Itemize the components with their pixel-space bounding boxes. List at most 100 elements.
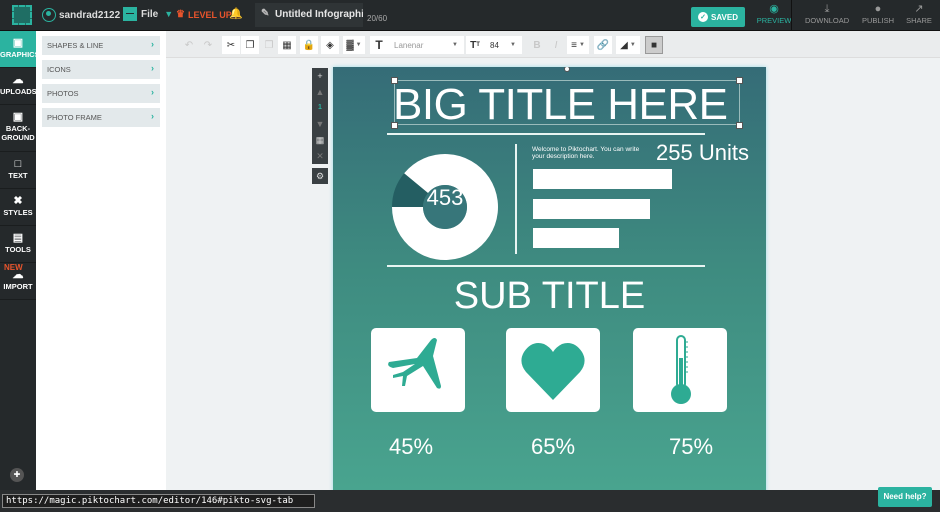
user-menu[interactable]: sandrad2122 ▼: [42, 8, 135, 22]
need-help-button[interactable]: Need help?: [878, 487, 932, 507]
download-icon: ⤓: [824, 3, 830, 15]
panel-item-label: ICONS: [47, 65, 71, 74]
lock-icon[interactable]: 🔒: [300, 36, 318, 54]
chevron-right-icon: ›: [151, 111, 154, 121]
sidebar-item-tools[interactable]: ▤ TOOLS: [0, 226, 36, 263]
panel-item-icons[interactable]: ICONS ›: [42, 60, 160, 79]
page-tools: + ▲ 1 ▼ ▦ ✕ ⚙: [312, 68, 328, 184]
stat-bubble[interactable]: [506, 328, 600, 412]
chevron-down-icon: ▼: [164, 9, 174, 19]
bold-button[interactable]: B: [528, 36, 546, 54]
share-button[interactable]: ↗ SHARE: [897, 2, 940, 25]
sidebar-item-label: BACK-: [5, 124, 31, 133]
description-text[interactable]: Welcome to Piktochart. You can write you…: [532, 146, 652, 160]
delete-block-icon[interactable]: ✕: [312, 148, 328, 164]
sidebar-item-uploads[interactable]: ☁ UPLOADS: [0, 68, 37, 105]
units-text[interactable]: 255 Units: [656, 140, 749, 166]
piktochart-logo[interactable]: [12, 5, 32, 25]
stat-value[interactable]: 65%: [531, 434, 575, 460]
pattern-dropdown[interactable]: ▓ ▼: [343, 36, 365, 54]
resize-handle[interactable]: [736, 77, 743, 84]
rotate-handle[interactable]: [564, 67, 570, 72]
download-label: DOWNLOAD: [805, 16, 850, 25]
sidebar-item-styles[interactable]: ✖ STYLES: [0, 189, 36, 226]
bar[interactable]: [533, 228, 619, 248]
cloud-upload-icon: ☁: [12, 74, 24, 86]
crown-icon: ♛: [176, 9, 185, 20]
text-icon: T: [370, 36, 388, 54]
feedback-icon[interactable]: ✚: [10, 468, 24, 482]
font-name: Lanenar: [394, 40, 424, 50]
layer-icon[interactable]: ■: [645, 36, 663, 54]
move-down-icon[interactable]: ▼: [312, 116, 328, 132]
document-title: Untitled Infographic: [275, 9, 363, 20]
cut-icon[interactable]: ✂: [222, 36, 240, 54]
left-sidebar: ▣ GRAPHICS ☁ UPLOADS ▣ BACK- GROUND □ TE…: [0, 31, 40, 490]
bar[interactable]: [533, 169, 672, 189]
copy-icon[interactable]: ❐: [241, 36, 259, 54]
download-button[interactable]: ⤓ DOWNLOAD: [805, 2, 849, 25]
move-up-icon[interactable]: ▲: [312, 84, 328, 100]
font-family-select[interactable]: Lanenar ▼: [388, 36, 464, 54]
sub-title-text[interactable]: SUB TITLE: [333, 275, 766, 318]
pencil-icon: ✎: [261, 8, 270, 19]
sidebar-item-import[interactable]: NEW ☁ IMPORT: [0, 263, 36, 300]
thermometer-icon: [671, 335, 691, 404]
sidebar-item-label: STYLES: [3, 208, 33, 217]
panel-item-photo-frame[interactable]: PHOTO FRAME ›: [42, 108, 160, 127]
level-up-button[interactable]: ♛ LEVEL UP: [176, 9, 232, 20]
preview-button[interactable]: ◉ PREVIEW: [752, 2, 796, 25]
stat-bubble[interactable]: [633, 328, 727, 412]
stat-bubble[interactable]: [371, 328, 465, 412]
undo-icon[interactable]: ↶: [180, 36, 198, 54]
chevron-right-icon: ›: [151, 87, 154, 97]
sidebar-item-label-2: GROUND: [1, 133, 35, 142]
trash-icon[interactable]: ▦: [278, 36, 296, 54]
share-icon: ↗: [914, 3, 924, 15]
sidebar-item-text[interactable]: □ TEXT: [0, 152, 36, 189]
chevron-down-icon: ▼: [452, 42, 458, 48]
fill-color-icon[interactable]: ◈: [321, 36, 339, 54]
stat-value[interactable]: 45%: [389, 434, 433, 460]
sidebar-item-graphics[interactable]: ▣ GRAPHICS: [0, 31, 40, 68]
arrange-dropdown[interactable]: ◢ ▼: [616, 36, 640, 54]
file-menu[interactable]: File ▼: [123, 7, 173, 21]
add-block-icon[interactable]: +: [312, 68, 328, 84]
bell-icon[interactable]: 🔔: [229, 7, 243, 20]
sidebar-item-background[interactable]: ▣ BACK- GROUND: [0, 105, 36, 152]
resize-handle[interactable]: [391, 77, 398, 84]
panel-item-label: PHOTO FRAME: [47, 113, 102, 122]
heart-icon: [521, 343, 585, 400]
block-number: 1: [312, 100, 328, 116]
donut-value: 453: [426, 185, 464, 210]
italic-button[interactable]: I: [547, 36, 565, 54]
top-bar: sandrad2122 ▼ File ▼ ♛ LEVEL UP 🔔 ✎ Unti…: [0, 0, 940, 31]
share-label: SHARE: [906, 16, 932, 25]
bar[interactable]: [533, 199, 650, 219]
graphics-panel: SHAPES & LINE › ICONS › PHOTOS › PHOTO F…: [36, 31, 166, 490]
brush-cross-icon: ✖: [13, 195, 23, 207]
infographic-canvas[interactable]: BIG TITLE HERE 453 Welcome to Piktochart…: [333, 67, 766, 507]
panel-item-photos[interactable]: PHOTOS ›: [42, 84, 160, 103]
resize-handle[interactable]: [391, 122, 398, 129]
panel-item-shapes-line[interactable]: SHAPES & LINE ›: [42, 36, 160, 55]
document-title-field[interactable]: ✎ Untitled Infographic: [255, 3, 363, 27]
chevron-right-icon: ›: [151, 63, 154, 73]
redo-icon[interactable]: ↷: [199, 36, 217, 54]
chevron-down-icon: ▼: [629, 42, 636, 48]
saved-button[interactable]: ✓ SAVED: [691, 7, 745, 27]
align-dropdown[interactable]: ≡ ▼: [567, 36, 589, 54]
publish-button[interactable]: ● PUBLISH: [856, 2, 900, 25]
settings-gear-icon[interactable]: ⚙: [312, 168, 328, 184]
avatar-icon: [42, 8, 56, 22]
paste-icon[interactable]: ❐: [260, 36, 278, 54]
link-icon[interactable]: 🔗: [594, 36, 612, 54]
globe-icon: ●: [874, 3, 882, 15]
font-size-select[interactable]: 84 ▼: [484, 36, 522, 54]
panel-item-label: PHOTOS: [47, 89, 79, 98]
chevron-down-icon: ▼: [510, 42, 516, 48]
stat-value[interactable]: 75%: [669, 434, 713, 460]
eye-icon: ◉: [769, 3, 779, 15]
duplicate-icon[interactable]: ▦: [312, 132, 328, 148]
resize-handle[interactable]: [736, 122, 743, 129]
